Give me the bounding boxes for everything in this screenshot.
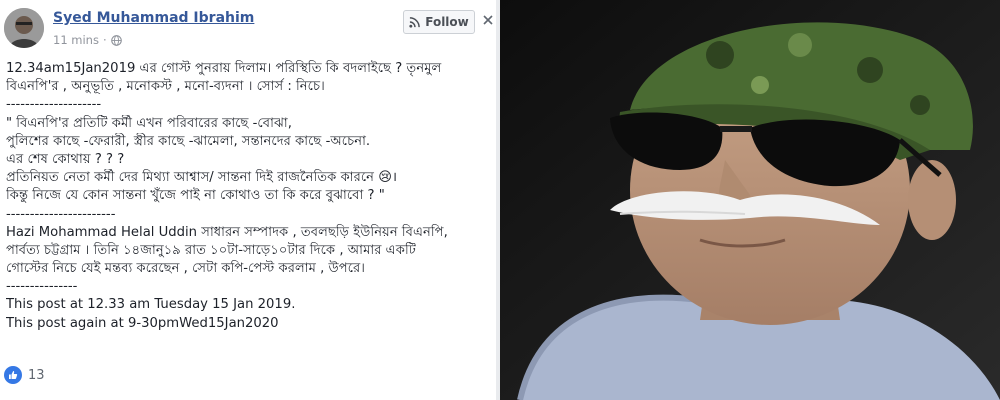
globe-icon — [110, 34, 122, 46]
post-timestamp[interactable]: 11 mins — [53, 33, 99, 47]
facebook-post: Syed Muhammad Ibrahim 11 mins · Follow 1… — [0, 0, 500, 400]
source-line: গোস্টের নিচে যেই মন্তব্য করেছেন , সেটা ক… — [6, 261, 366, 277]
author-name-link[interactable]: Syed Muhammad Ibrahim — [53, 10, 254, 26]
date-line: This post at 12.33 am Tuesday 15 Jan 201… — [6, 297, 296, 313]
separator-line: ----------------------- — [6, 206, 116, 222]
quote-line: কিন্তু নিজে যে কোন সান্তনা খুঁজে পাই না … — [6, 188, 385, 204]
man-portrait-image — [500, 0, 1000, 400]
date-line: This post again at 9-30pmWed15Jan2020 — [6, 315, 279, 331]
post-text-line: 12.34am15Jan2019 এর গোস্ট পুনরায় দিলাম।… — [6, 61, 442, 76]
separator-line: --------------- — [6, 279, 78, 295]
like-icon — [4, 366, 22, 384]
avatar-image — [4, 8, 44, 48]
post-photo[interactable] — [500, 0, 1000, 400]
source-line: পার্বত্য চট্টগ্রাম । তিনি ১৪জানু১৯ রাত ১… — [6, 242, 416, 258]
reaction-count: 13 — [28, 367, 45, 383]
rss-icon — [409, 16, 421, 28]
quote-line: পুলিশের কাছে -ফেরারী, স্ত্রীর কাছে -ঝামে… — [6, 133, 371, 149]
follow-button[interactable]: Follow — [403, 10, 475, 34]
avatar[interactable] — [4, 8, 44, 48]
follow-label: Follow — [425, 15, 469, 29]
separator-line: -------------------- — [6, 97, 102, 113]
post-body: 12.34am15Jan2019 এর গোস্ট পুনরায় দিলাম।… — [6, 60, 492, 333]
quote-line: " বিএনপি'র প্রতিটি কর্মী এখন পরিবারের কা… — [6, 115, 292, 131]
close-icon — [483, 15, 493, 25]
quote-line: এর শেষ কোথায় ? ? ? — [6, 151, 125, 167]
post-meta: 11 mins · — [53, 33, 122, 47]
close-button[interactable] — [481, 12, 495, 26]
quote-line: প্রতিনিয়ত নেতা কর্মী দের মিথ্যা আশ্বাস/… — [6, 170, 397, 186]
source-line: Hazi Mohammad Helal Uddin সাধারন সম্পাদক… — [6, 224, 448, 240]
reactions-bar[interactable]: 13 — [4, 366, 45, 384]
meta-separator: · — [102, 33, 107, 47]
post-text-line: বিএনপি'র , অনুভূতি , মনোকস্ট , মনো-ব্যদন… — [6, 79, 325, 95]
